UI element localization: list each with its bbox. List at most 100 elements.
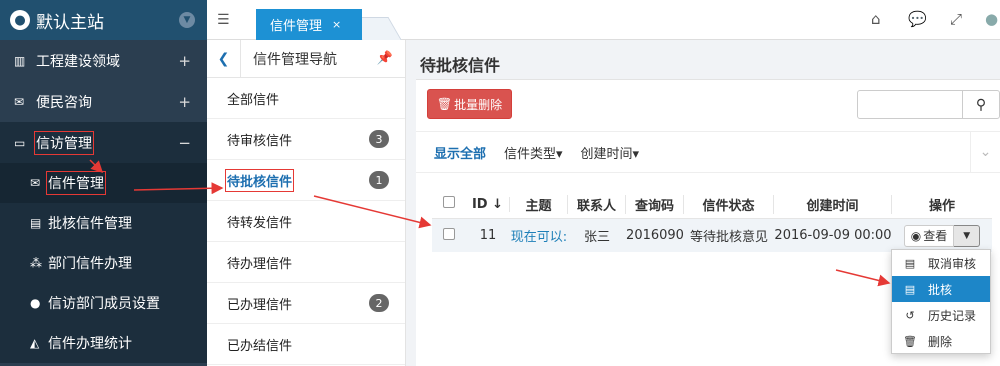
filter-bar: 显示全部 信件类型▾ 创建时间▾ ⌄ bbox=[416, 131, 1000, 173]
expand-icon[interactable]: ⤢ bbox=[950, 10, 962, 28]
sitemap-icon: ⁂ bbox=[30, 256, 42, 270]
subnav-item-label: 待批核信件 bbox=[224, 168, 295, 192]
eye-icon: ◉ bbox=[910, 228, 922, 243]
chevron-down-icon[interactable]: ⌄ bbox=[970, 131, 1000, 173]
table-header: ID ↓ 主题 联系人 查询码 信件状态 创建时间 操作 bbox=[432, 190, 992, 218]
sidebar-subitem-label: 信件管理 bbox=[46, 171, 106, 195]
dropdown-item-label: 历史记录 bbox=[928, 308, 977, 323]
col-contact[interactable]: 联系人 bbox=[568, 194, 626, 214]
col-status[interactable]: 信件状态 bbox=[684, 194, 774, 214]
count-badge: 2 bbox=[369, 294, 389, 312]
file-check-icon: ▤ bbox=[904, 282, 916, 296]
batch-delete-button[interactable]: 🗑 批量删除 bbox=[427, 89, 512, 119]
chevron-down-icon[interactable]: ▼ bbox=[179, 12, 195, 28]
sidebar-subitem-members[interactable]: ● 信访部门成员设置 bbox=[0, 283, 207, 323]
search-button[interactable]: ⚲ bbox=[962, 90, 1000, 119]
col-id[interactable]: ID ↓ bbox=[466, 196, 510, 212]
collapse-toggle[interactable]: − bbox=[178, 134, 191, 152]
subnav-item-label: 待办理信件 bbox=[227, 256, 293, 272]
view-button[interactable]: ◉ 查看 bbox=[903, 224, 955, 247]
letter-subnav: ❮ 信件管理导航 📌 全部信件 待审核信件 3 待批核信件 1 待转发信件 待办… bbox=[207, 39, 406, 366]
subnav-item-pending-handle[interactable]: 待办理信件 bbox=[207, 242, 405, 283]
subnav-item-label: 已办理信件 bbox=[227, 297, 293, 313]
subnav-item-all[interactable]: 全部信件 bbox=[207, 78, 405, 119]
menu-toggle-icon[interactable]: ☰ bbox=[217, 12, 230, 28]
search-icon: ⚲ bbox=[975, 96, 987, 113]
cell-actions: ◉ 查看 ▼ bbox=[892, 224, 992, 247]
cell-created: 2016-09-09 00:00 bbox=[774, 228, 892, 243]
envelope-icon: ✉ bbox=[14, 94, 25, 109]
trash-icon: 🗑 bbox=[903, 334, 917, 348]
globe-icon: ● bbox=[10, 10, 30, 30]
filter-show-all[interactable]: 显示全部 bbox=[434, 143, 486, 162]
mail-icon: ✉ bbox=[30, 176, 41, 190]
sidebar-item-petition[interactable]: ▭ 信访管理 − bbox=[0, 122, 207, 163]
dropdown-item-delete[interactable]: 🗑 删除 bbox=[892, 328, 990, 354]
sidebar-subitem-label: 批核信件管理 bbox=[48, 216, 132, 232]
count-badge: 1 bbox=[369, 171, 389, 189]
count-badge: 3 bbox=[369, 130, 389, 148]
sidebar-subitem-label: 部门信件办理 bbox=[48, 256, 132, 272]
home-icon[interactable]: ⌂ bbox=[871, 10, 881, 28]
dropdown-item-history[interactable]: ↺ 历史记录 bbox=[892, 302, 990, 328]
dropdown-item-label: 批核 bbox=[928, 282, 953, 297]
dropdown-item-label: 取消审核 bbox=[928, 256, 977, 271]
subnav-item-closed[interactable]: 已办结信件 bbox=[207, 324, 405, 365]
cell-status: 等待批核意见 bbox=[689, 230, 768, 245]
filter-letter-type[interactable]: 信件类型▾ bbox=[504, 143, 563, 162]
dropdown-item-label: 删除 bbox=[928, 334, 953, 349]
subnav-item-pending-review[interactable]: 待审核信件 3 bbox=[207, 119, 405, 160]
sidebar-item-label: 工程建设领域 bbox=[36, 53, 120, 70]
row-checkbox[interactable] bbox=[432, 227, 466, 244]
col-created[interactable]: 创建时间 bbox=[774, 194, 892, 214]
col-code[interactable]: 查询码 bbox=[626, 194, 684, 214]
brand-title: 默认主站 bbox=[36, 12, 104, 33]
subnav-item-label: 待审核信件 bbox=[227, 133, 293, 149]
comments-icon[interactable]: 💬 bbox=[908, 10, 927, 28]
tab-letter-management[interactable]: 信件管理 × bbox=[256, 9, 362, 40]
history-icon: ↺ bbox=[905, 308, 915, 322]
filter-created-time[interactable]: 创建时间▾ bbox=[581, 143, 640, 162]
tab-label: 信件管理 bbox=[270, 19, 323, 34]
search-input[interactable] bbox=[857, 90, 963, 119]
sidebar-subitem-dept[interactable]: ⁂ 部门信件办理 bbox=[0, 243, 207, 283]
actions-dropdown-menu: ▤ 取消审核 ▤ 批核 ↺ 历史记录 🗑 删除 bbox=[891, 249, 991, 354]
file-icon: ▤ bbox=[30, 216, 42, 230]
user-icon[interactable]: ● bbox=[985, 10, 998, 28]
file-icon: ▤ bbox=[904, 256, 916, 270]
pin-icon[interactable]: 📌 bbox=[377, 51, 393, 66]
actions-dropdown-toggle[interactable]: ▼ bbox=[954, 224, 981, 247]
sidebar: ● 默认主站 ▼ ▥ 工程建设领域 + ✉ 便民咨询 + ▭ 信访管理 − ✉ … bbox=[0, 0, 207, 366]
subnav-item-pending-forward[interactable]: 待转发信件 bbox=[207, 201, 405, 242]
sidebar-subitem-approval[interactable]: ▤ 批核信件管理 bbox=[0, 203, 207, 243]
expand-toggle[interactable]: + bbox=[178, 93, 191, 111]
sidebar-item-consult[interactable]: ✉ 便民咨询 + bbox=[0, 81, 207, 122]
table-row[interactable]: 11 现在可以: 张三 2016090 等待批核意见 2016-09-09 00… bbox=[432, 218, 992, 252]
user-icon: ● bbox=[30, 296, 41, 310]
expand-toggle[interactable]: + bbox=[178, 52, 191, 70]
subnav-title: 信件管理导航 bbox=[253, 51, 337, 68]
select-all-checkbox[interactable] bbox=[432, 196, 466, 212]
subnav-item-pending-approval[interactable]: 待批核信件 1 bbox=[207, 160, 405, 201]
subnav-header: ❮ 信件管理导航 📌 bbox=[207, 39, 405, 78]
trash-icon: 🗑 bbox=[436, 97, 453, 111]
chevron-left-icon[interactable]: ❮ bbox=[207, 39, 241, 78]
col-actions: 操作 bbox=[928, 198, 955, 214]
dropdown-item-cancel-review[interactable]: ▤ 取消审核 bbox=[892, 250, 990, 276]
brand[interactable]: ● 默认主站 ▼ bbox=[0, 0, 207, 40]
sidebar-subitem-label: 信件办理统计 bbox=[48, 336, 132, 352]
subnav-item-label: 待转发信件 bbox=[227, 215, 293, 231]
cell-subject-link[interactable]: 现在可以: bbox=[510, 226, 568, 245]
cell-id: 11 bbox=[479, 228, 497, 243]
subnav-item-handled[interactable]: 已办理信件 2 bbox=[207, 283, 405, 324]
sidebar-subitem-stats[interactable]: ◭ 信件办理统计 bbox=[0, 323, 207, 363]
close-icon[interactable]: × bbox=[332, 18, 341, 31]
view-label: 查看 bbox=[923, 229, 948, 243]
dropdown-item-approve[interactable]: ▤ 批核 bbox=[892, 276, 990, 302]
cell-contact: 张三 bbox=[583, 230, 610, 245]
sidebar-subitem-letter-mgmt[interactable]: ✉ 信件管理 bbox=[0, 163, 207, 203]
col-subject[interactable]: 主题 bbox=[510, 194, 568, 214]
chart-icon: ◭ bbox=[30, 336, 40, 350]
sidebar-item-engineering[interactable]: ▥ 工程建设领域 + bbox=[0, 40, 207, 81]
cell-code: 2016090 bbox=[626, 228, 684, 243]
